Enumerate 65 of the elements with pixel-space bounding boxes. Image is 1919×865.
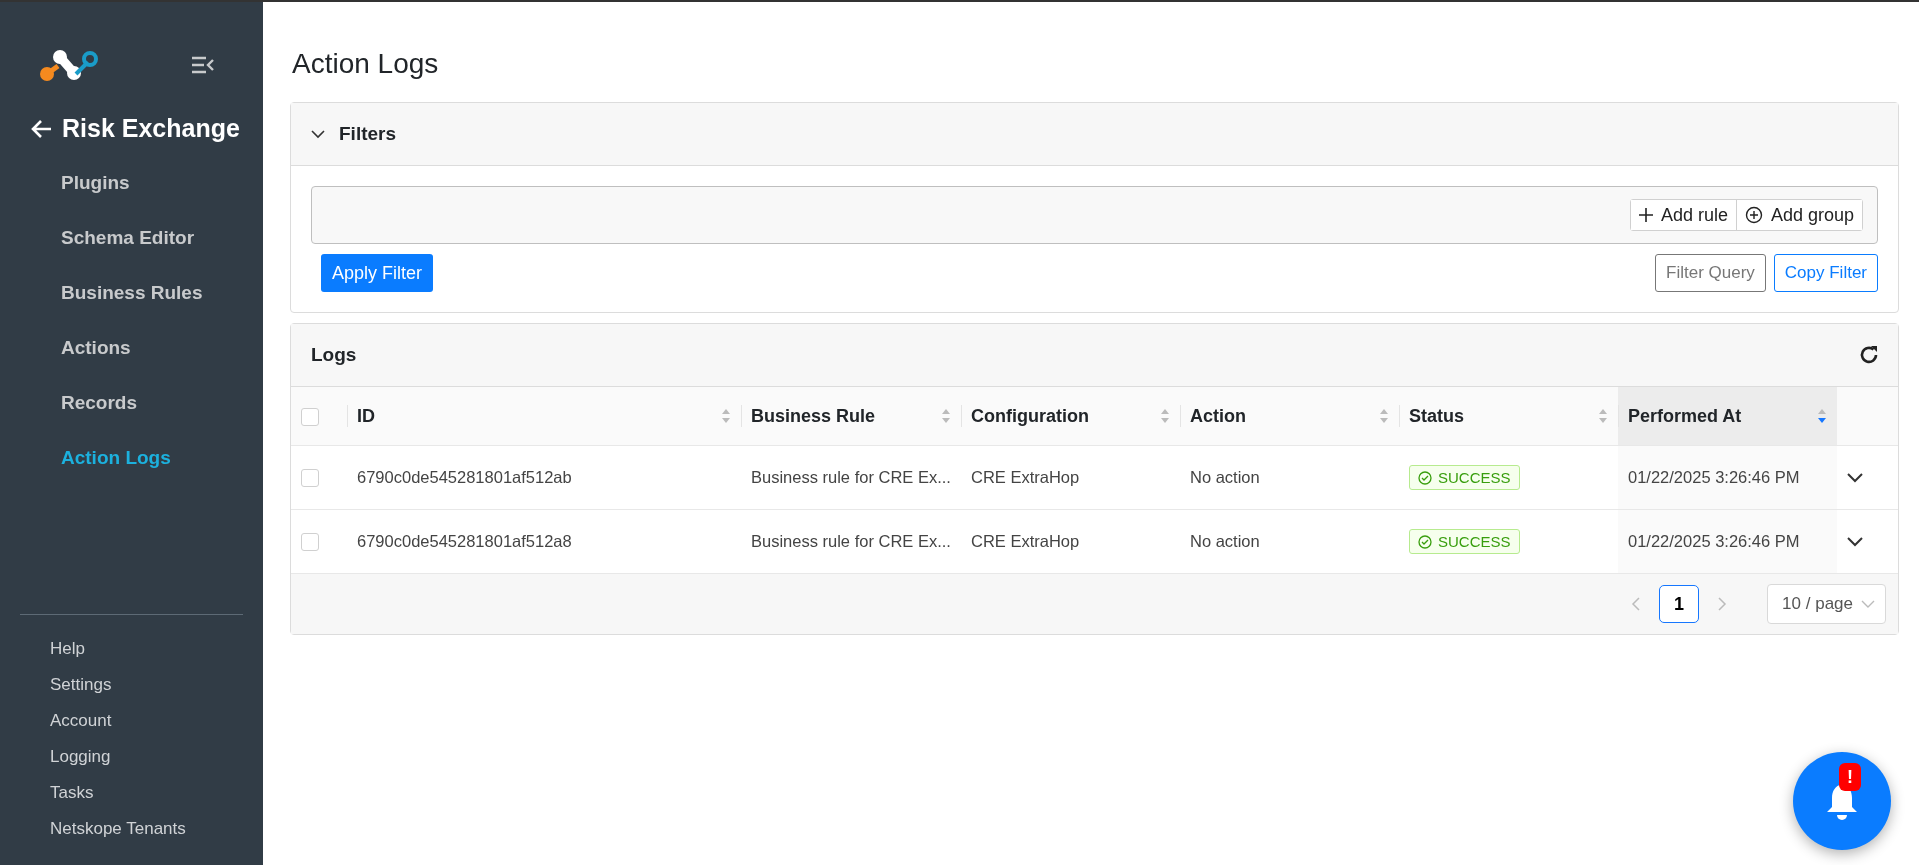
column-header[interactable]: Performed At: [1618, 387, 1837, 446]
back-arrow-icon[interactable]: [30, 118, 52, 139]
expand-chevron-icon[interactable]: [1847, 537, 1863, 547]
table-cell: Business rule for CRE Ex...: [751, 468, 951, 486]
filter-query-button[interactable]: Filter Query: [1655, 254, 1766, 292]
alert-badge: !: [1839, 763, 1861, 791]
footer-nav-item[interactable]: Logging: [50, 739, 263, 775]
nav-item[interactable]: Plugins: [61, 155, 263, 210]
logo-icon[interactable]: [38, 48, 100, 82]
logs-title: Logs: [311, 344, 357, 366]
row-checkbox[interactable]: [301, 469, 319, 488]
plus-circle-icon: [1744, 206, 1763, 224]
footer-nav-item[interactable]: Netskope Tenants: [50, 811, 263, 847]
next-page-icon[interactable]: [1717, 597, 1728, 611]
previous-page-icon[interactable]: [1631, 597, 1642, 611]
filters-title: Filters: [339, 123, 397, 145]
nav-item[interactable]: Action Logs: [61, 430, 263, 485]
sort-icon[interactable]: [941, 408, 951, 424]
sort-icon[interactable]: [1379, 408, 1389, 424]
column-header[interactable]: Business Rule: [741, 387, 961, 446]
page-title: Action Logs: [292, 48, 440, 80]
column-header[interactable]: Configuration: [961, 387, 1180, 446]
table-cell: 01/22/2025 3:26:46 PM: [1628, 532, 1800, 550]
column-header[interactable]: Action: [1180, 387, 1399, 446]
sort-icon[interactable]: [721, 408, 731, 424]
footer-nav-item[interactable]: Account: [50, 703, 263, 739]
check-circle-icon: [1418, 534, 1432, 549]
column-header[interactable]: ID: [347, 387, 741, 446]
section-title: Risk Exchange: [62, 114, 240, 143]
chevron-icon[interactable]: [311, 129, 325, 139]
nav-item[interactable]: Schema Editor: [61, 210, 263, 265]
footer-nav-item[interactable]: Help: [50, 631, 263, 667]
column-header[interactable]: Status: [1399, 387, 1618, 446]
caret-icon: [1861, 599, 1875, 609]
footer-nav-item[interactable]: Tasks: [50, 775, 263, 811]
table-cell: CRE ExtraHop: [971, 532, 1080, 550]
table-cell: 6790c0de545281801af512ab: [357, 468, 572, 486]
status-tag: SUCCESS: [1409, 465, 1520, 490]
table-cell: 01/22/2025 3:26:46 PM: [1628, 468, 1800, 486]
table-cell: No action: [1190, 532, 1260, 550]
apply-filter-button[interactable]: Apply Filter: [321, 254, 434, 292]
copy-filter-button[interactable]: Copy Filter: [1773, 254, 1878, 292]
status-tag: SUCCESS: [1409, 529, 1520, 554]
row-checkbox[interactable]: [301, 533, 319, 552]
sort-icon[interactable]: [1598, 408, 1608, 424]
collapse-menu-icon[interactable]: [191, 56, 215, 74]
sort-icon[interactable]: [1817, 408, 1827, 424]
page-size-select[interactable]: 10 / page: [1767, 584, 1886, 624]
expand-chevron-icon[interactable]: [1847, 473, 1863, 483]
nav-item[interactable]: Actions: [61, 320, 263, 375]
check-circle-icon: [1418, 470, 1432, 485]
table-cell: Business rule for CRE Ex...: [751, 532, 951, 550]
sort-icon[interactable]: [1160, 408, 1170, 424]
refresh-icon[interactable]: [1858, 344, 1880, 366]
footer-nav-item[interactable]: Settings: [50, 667, 263, 703]
plus-icon: [1638, 208, 1653, 222]
nav-item[interactable]: Business Rules: [61, 265, 263, 320]
notifications-button[interactable]: !: [1793, 752, 1891, 850]
add-group-button[interactable]: Add group: [1735, 200, 1862, 230]
select-all-checkbox[interactable]: [301, 407, 319, 426]
table-cell: 6790c0de545281801af512a8: [357, 532, 572, 550]
table-cell: CRE ExtraHop: [971, 468, 1080, 486]
nav-item[interactable]: Records: [61, 375, 263, 430]
page-button[interactable]: 1: [1659, 585, 1700, 623]
table-cell: No action: [1190, 468, 1260, 486]
